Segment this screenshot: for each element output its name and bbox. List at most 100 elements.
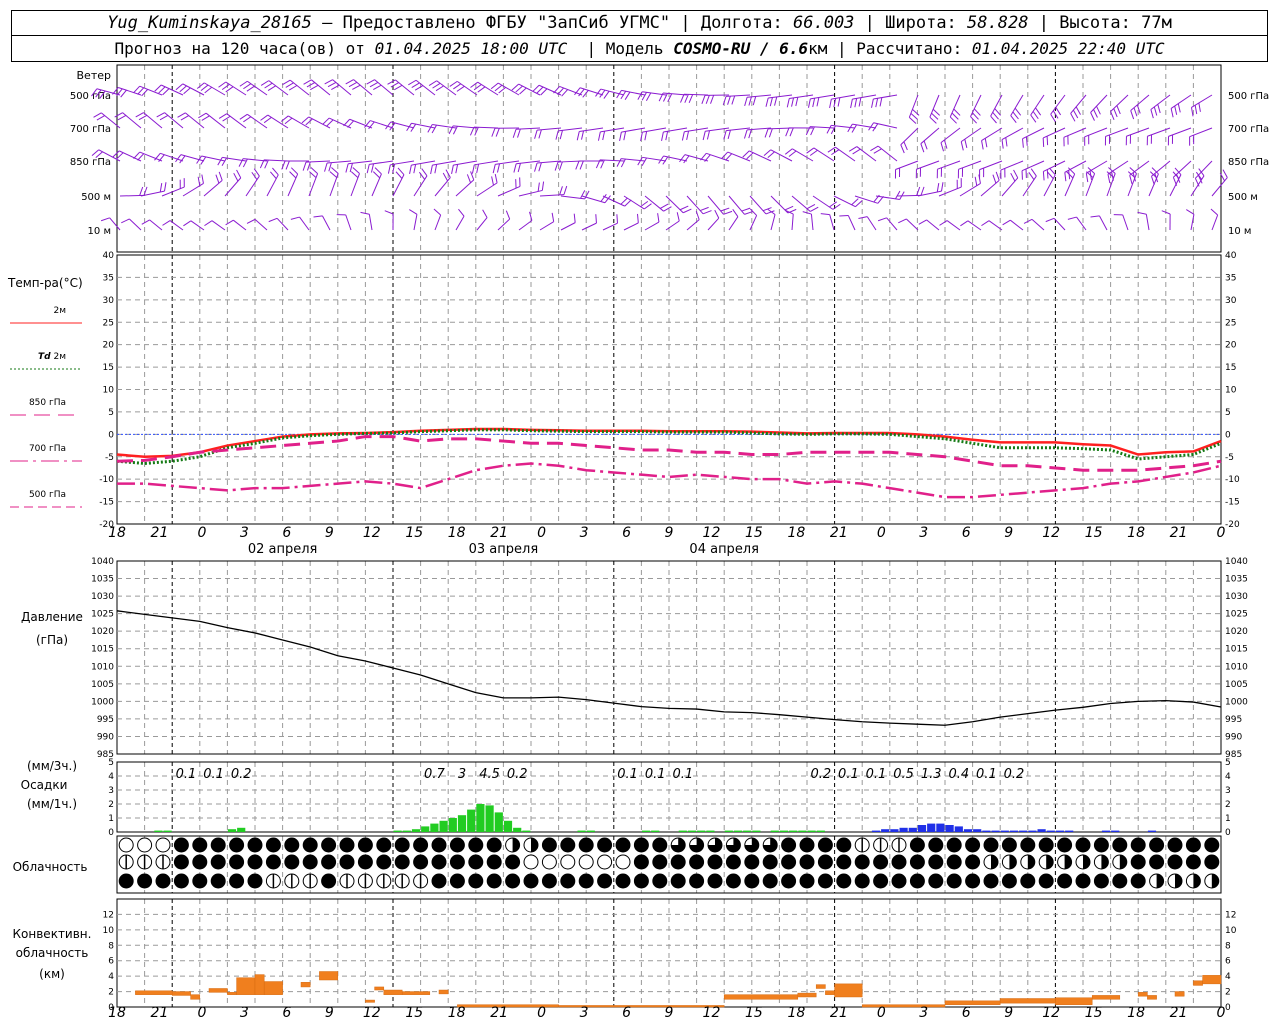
wind-barb bbox=[303, 79, 331, 96]
wind-barb bbox=[268, 217, 289, 231]
precip-ytick-right: 0 bbox=[1225, 828, 1231, 838]
wind-barb-feather bbox=[992, 174, 997, 184]
conv-unit: (км) bbox=[39, 967, 65, 981]
wind-barb-shaft bbox=[1022, 175, 1037, 197]
wind-barb-feather bbox=[179, 85, 187, 93]
wind-barb bbox=[979, 160, 1003, 179]
cloud-circle bbox=[192, 837, 208, 853]
wind-barb-shaft bbox=[164, 112, 184, 129]
wind-barb-feather bbox=[239, 80, 248, 87]
cloud-circle bbox=[505, 854, 521, 870]
cloud-cover-symbol bbox=[928, 854, 944, 870]
wind-barb bbox=[218, 81, 247, 96]
cloud-cover-symbol bbox=[578, 837, 594, 853]
wind-barb bbox=[1090, 94, 1108, 121]
wind-barb bbox=[1043, 167, 1056, 197]
conv-cloud-bar bbox=[300, 982, 311, 988]
cloud-circle bbox=[321, 873, 337, 889]
pressure-ytick-left: 1015 bbox=[91, 645, 114, 655]
precip-bar-rain bbox=[706, 830, 715, 832]
conv-ytick-right: 0 bbox=[1225, 1003, 1231, 1013]
wind-barb bbox=[1022, 127, 1045, 148]
wind-barb-shaft bbox=[1031, 218, 1045, 231]
cloud-circle bbox=[1112, 837, 1128, 853]
cloud-circle bbox=[449, 837, 465, 853]
cloud-cover-symbol bbox=[615, 873, 631, 889]
wind-barb-feather bbox=[1042, 171, 1045, 181]
wind-barb-shaft bbox=[1191, 94, 1213, 108]
cloud-cover-symbol bbox=[633, 854, 649, 870]
wind-barb-feather bbox=[322, 117, 330, 125]
wind-barb bbox=[665, 195, 692, 214]
cloud-half bbox=[512, 838, 520, 853]
wind-barb bbox=[1064, 167, 1076, 197]
cloud-cover-symbol bbox=[321, 837, 337, 853]
wind-barb-feather bbox=[374, 167, 382, 175]
wind-barb-shaft bbox=[1099, 215, 1108, 231]
wind-barb-feather bbox=[555, 130, 559, 140]
cloud-circle bbox=[928, 873, 944, 889]
cloud-cover-symbol bbox=[873, 854, 889, 870]
x-tick-label: 21 bbox=[830, 525, 848, 541]
cloud-circle bbox=[633, 873, 649, 889]
cloud-half bbox=[1175, 874, 1182, 888]
cloud-cover-symbol bbox=[173, 854, 189, 870]
temp-ytick-right: 35 bbox=[1225, 273, 1236, 283]
precip-bar-rain bbox=[476, 804, 485, 832]
wind-barb-feather bbox=[133, 151, 141, 159]
wind-barb-feather bbox=[727, 130, 731, 139]
wind-barb bbox=[539, 185, 568, 197]
pressure-ytick-right: 990 bbox=[1225, 732, 1242, 742]
wind-barb-feather bbox=[239, 113, 248, 120]
precip-ytick-left: 0 bbox=[108, 828, 114, 838]
cloud-circle bbox=[486, 854, 502, 870]
cloud-cover-symbol bbox=[394, 873, 410, 889]
wind-barb-feather bbox=[767, 151, 775, 159]
wind-barb-feather bbox=[932, 108, 941, 116]
wind-barb-shaft bbox=[119, 194, 145, 197]
cloud-cover-symbol bbox=[1185, 854, 1201, 870]
cloud-circle bbox=[597, 854, 613, 870]
temp-ytick-right: 0 bbox=[1225, 430, 1231, 440]
cloud-circle bbox=[1204, 854, 1220, 870]
conv-cloud-bar bbox=[797, 992, 817, 998]
cloud-cover-symbol bbox=[321, 854, 337, 870]
wind-barb-feather bbox=[1194, 105, 1198, 115]
cloud-cover-symbol bbox=[155, 873, 171, 889]
wind-barb-shaft bbox=[122, 112, 142, 129]
wind-barb-shaft bbox=[970, 94, 982, 117]
wind-barb-feather bbox=[288, 85, 298, 91]
cloud-cover-symbol bbox=[946, 873, 962, 889]
wind-barb bbox=[1172, 160, 1192, 186]
wind-barb-feather bbox=[768, 128, 773, 138]
wind-barb-feather bbox=[328, 162, 332, 172]
pressure-ytick-right: 1020 bbox=[1225, 627, 1248, 637]
wind-barb-feather bbox=[305, 118, 313, 126]
wind-barb-feather bbox=[1096, 105, 1101, 115]
wind-barb-shaft bbox=[940, 127, 961, 144]
pressure-ytick-right: 1035 bbox=[1225, 575, 1248, 585]
temp-legend-title: Темп-ра(°C) bbox=[7, 276, 83, 290]
wind-barb-feather bbox=[600, 194, 607, 202]
wind-barb-feather bbox=[829, 99, 832, 109]
wind-barb-feather bbox=[432, 82, 441, 89]
wind-barb-feather bbox=[1174, 105, 1178, 115]
cloud-cover-symbol bbox=[449, 837, 465, 853]
wind-barb-feather bbox=[624, 199, 632, 207]
precip-bar-rain bbox=[503, 820, 513, 832]
pressure-ytick-left: 1020 bbox=[91, 627, 114, 637]
cloud-half bbox=[1083, 855, 1090, 869]
x-tick-label: 18 bbox=[108, 1005, 126, 1021]
wind-barb bbox=[218, 113, 247, 129]
cloud-cover-symbol bbox=[946, 854, 962, 870]
wind-barb-feather bbox=[1013, 169, 1019, 179]
wind-barb-feather bbox=[829, 201, 838, 208]
temp-ytick-left: 40 bbox=[103, 251, 115, 261]
wind-barb-shaft bbox=[852, 94, 877, 100]
wind-barb-shaft bbox=[226, 113, 247, 129]
cloud-circle bbox=[449, 854, 465, 870]
cloud-circle bbox=[155, 873, 171, 889]
wind-barb bbox=[728, 195, 754, 215]
wind-barb-feather bbox=[663, 206, 672, 212]
wind-barb-feather bbox=[806, 203, 816, 210]
